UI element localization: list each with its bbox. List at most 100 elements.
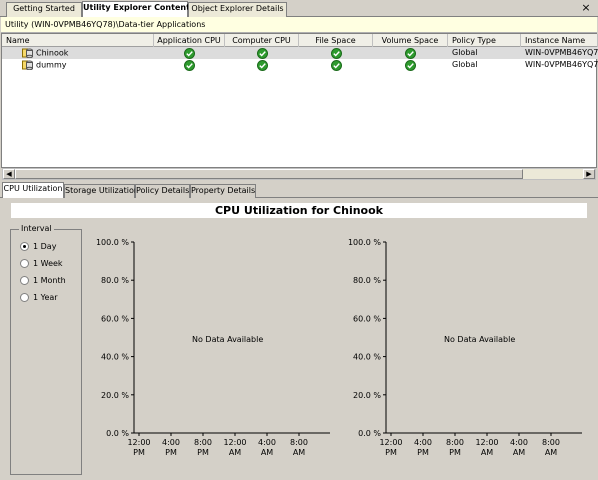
tab-storage-utilization[interactable]: Storage Utilization <box>64 184 139 198</box>
x-tick-label: AM <box>261 448 273 457</box>
x-tick-label: AM <box>481 448 493 457</box>
chart-canvas: 100.0 %80.0 %60.0 %40.0 %20.0 %0.0 %12:0… <box>348 238 582 457</box>
tab-object-explorer-details[interactable]: Object Explorer Details <box>188 2 287 17</box>
x-tick-label: AM <box>513 448 525 457</box>
x-tick-label: 4:00 <box>510 438 528 447</box>
x-tick-label: 12:00 <box>475 438 498 447</box>
volume-space-status <box>373 59 448 71</box>
panel-title: CPU Utilization for Chinook <box>11 203 587 218</box>
volume-space-status <box>373 47 448 59</box>
ok-status-icon <box>330 60 342 71</box>
ok-status-icon <box>184 48 195 59</box>
instance-name: WIN-0VPMB46YQ78 <box>525 48 598 57</box>
y-tick-label: 60.0 % <box>101 314 129 323</box>
ok-status-icon <box>256 48 268 59</box>
row-name: dummy <box>36 60 67 70</box>
x-tick-label: 8:00 <box>542 438 560 447</box>
column-header-computer-cpu[interactable]: Computer CPU <box>225 34 299 47</box>
document-tab-strip: Getting Started Utility Explorer Content… <box>0 0 598 18</box>
x-tick-label: PM <box>165 448 177 457</box>
tab-utility-explorer-content[interactable]: Utility Explorer Content <box>82 1 190 18</box>
column-header-policy-type[interactable]: Policy Type <box>448 34 521 47</box>
table-row[interactable]: Chinook Global WIN-0VPMB46YQ78 <box>2 47 598 59</box>
app-cpu-status <box>154 59 225 71</box>
y-tick-label: 80.0 % <box>353 276 381 285</box>
computer-cpu-status <box>225 59 299 71</box>
file-space-status <box>299 59 373 71</box>
ok-status-icon <box>405 60 416 71</box>
y-tick-label: 40.0 % <box>353 353 381 362</box>
y-tick-label: 20.0 % <box>353 391 381 400</box>
column-header-application-cpu[interactable]: Application CPU <box>154 34 225 47</box>
y-tick-label: 60.0 % <box>353 314 381 323</box>
y-tick-label: 0.0 % <box>106 429 129 438</box>
file-space-status <box>299 47 373 59</box>
x-tick-label: 8:00 <box>194 438 212 447</box>
interval-option-1-week[interactable]: 1 Week <box>20 259 63 271</box>
data-tier-applications-grid: Name Application CPU Computer CPU File S… <box>1 33 598 168</box>
no-data-message: No Data Available <box>192 335 263 344</box>
column-header-file-space[interactable]: File Space <box>299 34 373 47</box>
y-tick-label: 100.0 % <box>348 238 381 247</box>
interval-option-label: 1 Year <box>33 293 58 302</box>
column-header-volume-space[interactable]: Volume Space <box>373 34 448 47</box>
interval-option-label: 1 Month <box>33 276 66 285</box>
no-data-message: No Data Available <box>444 335 515 344</box>
x-tick-label: PM <box>197 448 209 457</box>
column-header-name[interactable]: Name <box>2 34 154 47</box>
ok-status-icon <box>256 60 268 71</box>
x-tick-label: 8:00 <box>290 438 308 447</box>
interval-group: Interval 1 Day 1 Week 1 Month 1 Year <box>10 224 82 475</box>
interval-label: Interval <box>19 224 54 233</box>
x-tick-label: 12:00 <box>223 438 246 447</box>
x-tick-label: AM <box>293 448 305 457</box>
table-row[interactable]: dummy Global WIN-0VPMB46YQ78 <box>2 59 598 71</box>
x-tick-label: 4:00 <box>258 438 276 447</box>
app-cpu-status <box>154 47 225 59</box>
interval-option-label: 1 Day <box>33 242 57 251</box>
radio-icon[interactable] <box>20 276 29 285</box>
tab-property-details[interactable]: Property Details <box>190 184 256 198</box>
scroll-left-icon[interactable]: ◀ <box>3 169 15 179</box>
y-tick-label: 80.0 % <box>101 276 129 285</box>
close-icon[interactable]: × <box>579 1 593 15</box>
column-header-instance-name[interactable]: Instance Name <box>521 34 598 47</box>
x-tick-label: 4:00 <box>414 438 432 447</box>
x-tick-label: PM <box>385 448 397 457</box>
x-tick-label: PM <box>417 448 429 457</box>
ok-status-icon <box>330 48 342 59</box>
radio-icon[interactable] <box>20 293 29 302</box>
tab-cpu-utilization[interactable]: CPU Utilization <box>2 182 64 199</box>
x-tick-label: PM <box>449 448 461 457</box>
cpu-utilization-panel: CPU Utilization for Chinook Interval 1 D… <box>0 198 598 480</box>
application-cpu-chart: 100.0 % 80.0 % 60.0 % 40.0 % 20.0 % 0.0 % 12:0… <box>88 234 338 464</box>
x-tick-label: 12:00 <box>379 438 402 447</box>
data-tier-application-icon <box>22 60 33 70</box>
instance-name: WIN-0VPMB46YQ78 <box>525 60 598 69</box>
interval-option-label: 1 Week <box>33 259 63 268</box>
interval-option-1-year[interactable]: 1 Year <box>20 293 58 305</box>
row-name-cell: Chinook <box>18 47 154 59</box>
x-tick-label: PM <box>133 448 145 457</box>
scroll-right-icon[interactable]: ▶ <box>583 169 595 179</box>
x-tick-label: 8:00 <box>446 438 464 447</box>
interval-option-1-day[interactable]: 1 Day <box>20 242 56 254</box>
row-name: Chinook <box>36 48 69 58</box>
policy-type: Global <box>452 60 478 69</box>
breadcrumb: Utility (WIN-0VPMB46YQ78)\Data-tier Appl… <box>1 17 597 33</box>
radio-icon[interactable] <box>20 259 29 268</box>
interval-option-1-month[interactable]: 1 Month <box>20 276 66 288</box>
tab-policy-details[interactable]: Policy Details <box>135 184 190 198</box>
x-tick-label: AM <box>229 448 241 457</box>
y-tick-label: 100.0 % <box>96 238 129 247</box>
horizontal-scrollbar[interactable]: ◀ ▶ <box>2 168 596 180</box>
computer-cpu-status <box>225 47 299 59</box>
radio-selected-icon[interactable] <box>20 242 29 251</box>
x-tick-label: 12:00 <box>127 438 150 447</box>
scroll-thumb[interactable] <box>15 169 523 179</box>
policy-type: Global <box>452 48 478 57</box>
computer-cpu-chart: 100.0 % 80.0 % 60.0 % 40.0 % 20.0 % 0.0 % 12:0… <box>340 234 590 464</box>
tab-getting-started[interactable]: Getting Started <box>6 2 82 17</box>
detail-tab-strip: CPU Utilization Storage Utilization Poli… <box>0 182 598 199</box>
x-tick-label: AM <box>545 448 557 457</box>
